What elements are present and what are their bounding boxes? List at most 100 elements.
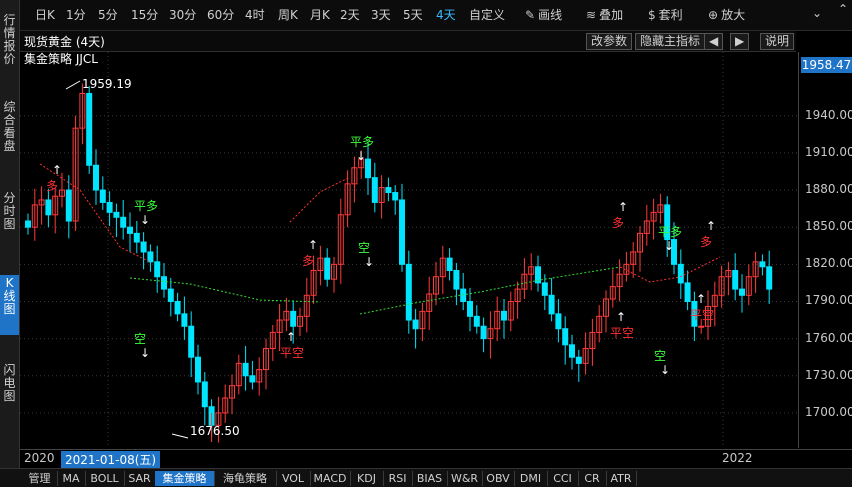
price-tick-label: 1760.00	[805, 330, 852, 345]
sidebar-item-3[interactable]: K线图	[0, 275, 19, 335]
toolbar-item-17[interactable]: ⊕ 放大	[708, 6, 745, 23]
candlestick	[473, 305, 480, 334]
toolbar-item-14[interactable]: ✎ 画线	[525, 6, 562, 23]
toolbar-item-9[interactable]: 2天	[340, 6, 360, 23]
toolbar-item-label: 2天	[340, 8, 360, 22]
hide-indicator-button[interactable]: 隐藏主指标	[635, 33, 706, 50]
candlestick	[385, 177, 392, 202]
tab-sar[interactable]: SAR	[124, 471, 156, 486]
candlestick	[242, 346, 249, 391]
toolbar-item-12[interactable]: 4天	[436, 6, 456, 23]
toolbar-item-6[interactable]: 4时	[245, 6, 265, 23]
period-toolbar: 日K 1分 5分 15分 30分 60分 4时 周K 月K 2天 3天 5天 4天 自定义 ✎ 画线 ≋ 叠加 $ 套…	[0, 0, 852, 31]
arrow-up-icon: ↑	[286, 330, 296, 344]
chevron-up-icon[interactable]: ⌃	[838, 2, 848, 16]
sidebar-item-0[interactable]: 行情报价	[0, 12, 19, 69]
toolbar-item-10[interactable]: 3天	[371, 6, 391, 23]
candlestick	[99, 176, 106, 210]
tab-atr[interactable]: ATR	[606, 471, 637, 486]
price-tick-label: 1880.00	[805, 182, 852, 197]
prev-arrow-button[interactable]: ◀	[704, 33, 724, 50]
candlestick	[72, 115, 79, 231]
chart-header: 现货黄金 (4天) 改参数 隐藏主指标 ◀ ▶ 说明	[20, 31, 796, 52]
sidebar-item-4[interactable]: 闪电图	[0, 362, 19, 422]
help-button[interactable]: 说明	[760, 33, 795, 50]
signal-label: 多	[612, 216, 624, 230]
arrow-down-icon: ↓	[364, 255, 374, 269]
candlestick	[86, 86, 93, 174]
date-axis: 2020 2021-01-08(五) 2022	[20, 449, 852, 468]
toolbar-item-2[interactable]: 5分	[98, 6, 118, 23]
toolbar-item-0[interactable]: 日K	[35, 6, 55, 23]
tab-boll[interactable]: BOLL	[85, 471, 125, 486]
candlestick	[317, 245, 324, 286]
kline-chart[interactable]: 集金策略 JJCL1959.191676.50↑多↓平多↓空 ↑平空↑多↓平多↓空…	[20, 52, 798, 448]
signal-label: 平多	[134, 199, 158, 213]
tab-kdj[interactable]: KDJ	[350, 471, 384, 486]
tab-cr[interactable]: CR	[578, 471, 607, 486]
candlestick	[677, 249, 684, 299]
high-price-label: 1959.19	[82, 77, 132, 91]
candlestick	[487, 311, 494, 359]
candlestick	[562, 316, 569, 365]
arbitrage-icon: $	[648, 8, 656, 22]
sidebar-item-1[interactable]: 综合看盘	[0, 99, 19, 163]
instrument-title: 现货黄金 (4天)	[24, 35, 105, 49]
signal-label: 多	[46, 179, 58, 193]
tab-rsi[interactable]: RSI	[383, 471, 413, 486]
price-tick-label: 1730.00	[805, 367, 852, 382]
tab-4[interactable]: 集金策略	[155, 471, 215, 486]
candlestick	[154, 245, 161, 293]
candlestick	[249, 360, 256, 390]
toolbar-item-5[interactable]: 60分	[207, 6, 234, 23]
signal-label: 平空	[280, 346, 304, 360]
candlestick	[45, 188, 52, 228]
toolbar-item-15[interactable]: ≋ 叠加	[586, 6, 623, 23]
candlestick	[188, 311, 195, 377]
candlestick	[93, 149, 99, 205]
tab-cci[interactable]: CCI	[547, 471, 579, 486]
signal-label: 平空	[690, 308, 714, 322]
candlestick	[453, 263, 460, 306]
toolbar-item-1[interactable]: 1分	[66, 6, 86, 23]
toolbar-item-16[interactable]: $ 套利	[648, 6, 683, 23]
tab-obv[interactable]: OBV	[482, 471, 515, 486]
tab-wr[interactable]: W&R	[447, 471, 483, 486]
low-price-label: 1676.50	[190, 424, 240, 438]
edit-params-button[interactable]: 改参数	[586, 33, 633, 50]
candlestick	[120, 199, 127, 240]
signal-label: 空	[134, 332, 146, 346]
toolbar-item-11[interactable]: 5天	[403, 6, 423, 23]
toolbar-item-label: 月K	[310, 8, 330, 22]
next-arrow-button[interactable]: ▶	[730, 33, 750, 50]
arrow-up-icon: ↑	[618, 200, 628, 214]
candlestick	[79, 83, 86, 145]
sidebar-item-2[interactable]: 分时图	[0, 190, 19, 249]
toolbar-item-7[interactable]: 周K	[278, 6, 298, 23]
candlestick	[25, 213, 31, 235]
tab-ma[interactable]: MA	[57, 471, 86, 486]
candlestick	[378, 175, 385, 219]
tab-0[interactable]: 管理	[22, 471, 58, 486]
tab-bias[interactable]: BIAS	[412, 471, 448, 486]
zoom-icon: ⊕	[708, 8, 719, 22]
chevron-down-icon[interactable]: ⌄	[812, 6, 822, 20]
toolbar-item-8[interactable]: 月K	[310, 6, 330, 23]
candlestick	[603, 290, 609, 333]
candlestick	[256, 357, 263, 396]
tab-5[interactable]: 海龟策略	[214, 471, 277, 486]
candlestick	[745, 264, 752, 306]
candlestick	[59, 172, 65, 208]
tab-vol[interactable]: VOL	[276, 471, 311, 486]
candlestick	[596, 305, 603, 343]
candlestick	[718, 265, 725, 308]
toolbar-item-4[interactable]: 30分	[169, 6, 196, 23]
tab-macd[interactable]: MACD	[310, 471, 351, 486]
toolbar-item-3[interactable]: 15分	[131, 6, 158, 23]
price-tick-label: 1940.00	[805, 107, 852, 122]
candlestick	[167, 277, 174, 317]
tab-dmi[interactable]: DMI	[514, 471, 548, 486]
arrow-down-icon: ↓	[356, 149, 366, 163]
toolbar-item-label: 1分	[66, 8, 86, 22]
toolbar-item-13[interactable]: 自定义	[469, 6, 505, 23]
